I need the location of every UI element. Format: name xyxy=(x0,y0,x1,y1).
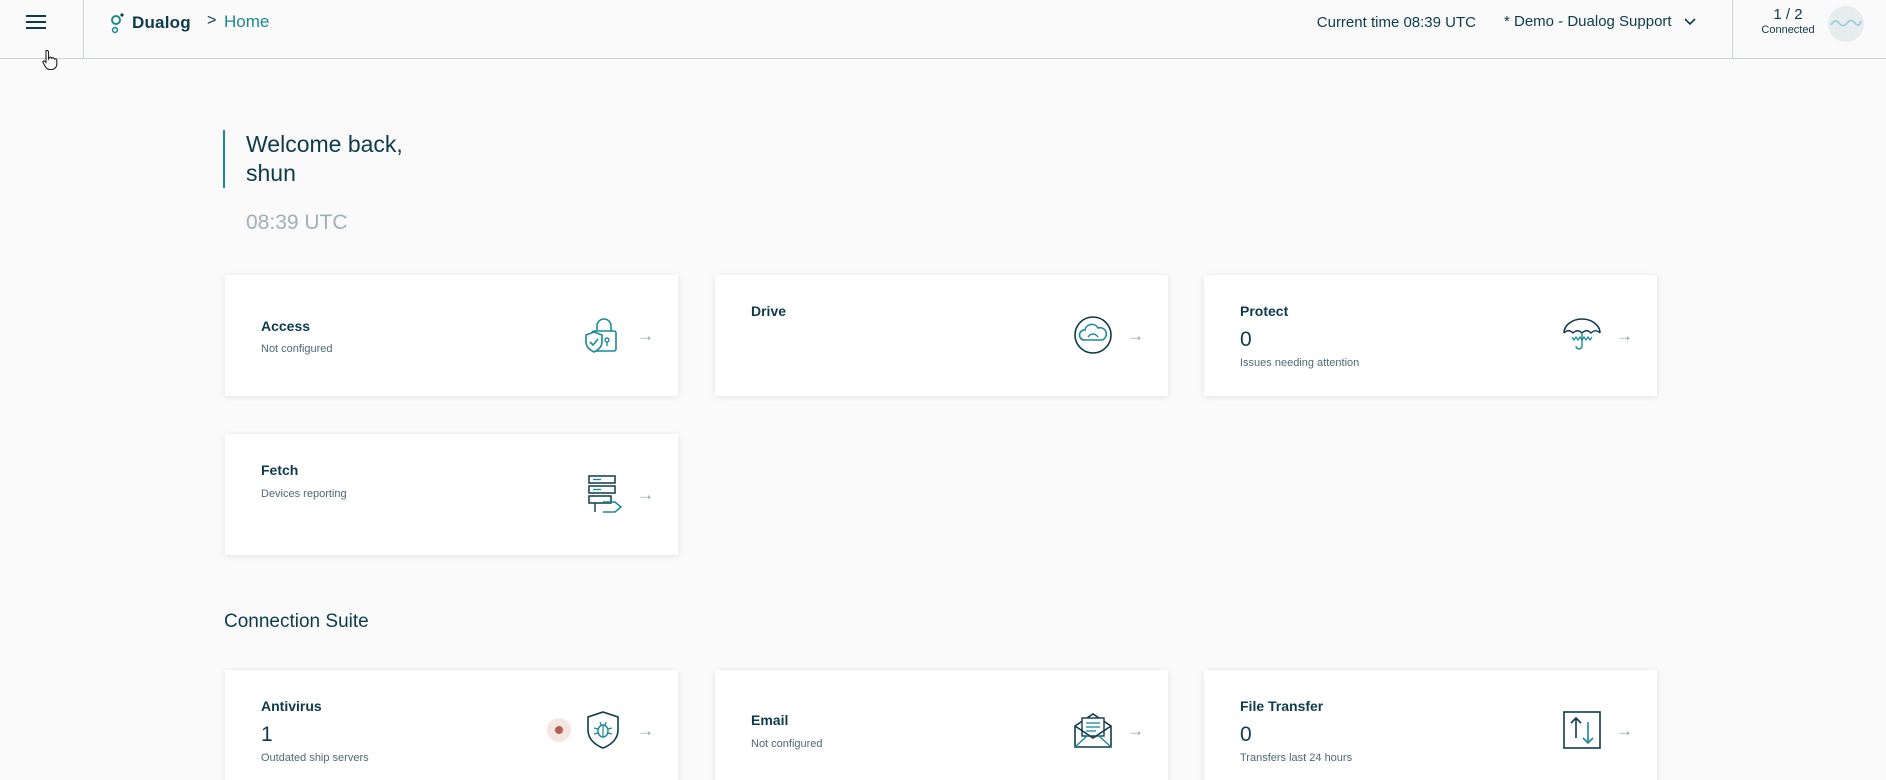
card-count: 0 xyxy=(1240,328,1252,351)
chevron-down-icon xyxy=(1684,17,1696,25)
card-email[interactable]: Email Not configured → xyxy=(715,670,1168,780)
card-title: File Transfer xyxy=(1240,698,1324,714)
envelope-icon xyxy=(1074,713,1112,748)
card-subtitle: Devices reporting xyxy=(261,488,347,500)
card-drive[interactable]: Drive → xyxy=(715,275,1168,396)
card-count: 1 xyxy=(261,723,273,746)
card-title: Fetch xyxy=(261,462,299,478)
section-title-connection-suite: Connection Suite xyxy=(224,611,369,632)
card-subtitle: Not configured xyxy=(751,738,823,750)
cloud-circle-icon xyxy=(1074,316,1112,354)
logo[interactable]: Dualog xyxy=(110,11,191,35)
card-title: Drive xyxy=(751,303,787,319)
breadcrumb-current[interactable]: Home xyxy=(224,12,269,32)
organization-selector[interactable]: * Demo - Dualog Support xyxy=(1504,13,1696,30)
header-divider xyxy=(1732,0,1733,59)
umbrella-icon xyxy=(1563,318,1601,350)
connection-ratio: 1 / 2 xyxy=(1773,6,1803,23)
arrow-right-icon: → xyxy=(637,720,654,740)
dualog-logo-icon xyxy=(111,13,124,34)
up-down-arrows-icon xyxy=(1563,711,1601,749)
card-antivirus[interactable]: Antivirus 1 Outdated ship servers → xyxy=(225,670,678,780)
connection-status[interactable]: 1 / 2 Connected xyxy=(1756,7,1820,37)
arrow-right-icon: → xyxy=(1127,325,1144,345)
current-time: Current time 08:39 UTC xyxy=(1316,14,1476,31)
card-subtitle: Outdated ship servers xyxy=(261,752,369,764)
user-name: shun xyxy=(246,160,296,186)
card-fetch[interactable]: Fetch Devices reporting → xyxy=(225,434,678,555)
card-subtitle: Not configured xyxy=(261,343,333,355)
card-title: Antivirus xyxy=(261,698,322,714)
arrow-right-icon: → xyxy=(1616,720,1633,740)
arrow-right-icon: → xyxy=(637,484,654,504)
card-title: Access xyxy=(261,318,311,334)
arrow-right-icon: → xyxy=(1616,325,1633,345)
lock-shield-icon xyxy=(585,318,617,353)
top-bar: Dualog > Home Current time 08:39 UTC * D… xyxy=(0,0,1886,59)
welcome-heading: Welcome back, shun xyxy=(246,130,403,188)
breadcrumb-separator: > xyxy=(207,12,217,29)
card-count: 0 xyxy=(1240,723,1252,746)
avatar[interactable] xyxy=(1828,6,1864,42)
arrow-right-icon: → xyxy=(637,325,654,345)
brand-name: Dualog xyxy=(132,13,191,32)
bug-shield-icon xyxy=(587,711,619,749)
card-subtitle: Transfers last 24 hours xyxy=(1240,752,1353,764)
local-clock: 08:39 UTC xyxy=(246,211,348,234)
arrow-right-icon: → xyxy=(1127,720,1144,740)
mouse-cursor-icon xyxy=(42,49,58,71)
card-access[interactable]: Access Not configured → xyxy=(225,275,678,396)
card-protect[interactable]: Protect 0 Issues needing attention → xyxy=(1204,275,1657,396)
card-title: Email xyxy=(751,712,789,728)
welcome-accent-bar xyxy=(223,130,225,188)
welcome-line: Welcome back, xyxy=(246,131,403,157)
card-subtitle: Issues needing attention xyxy=(1240,357,1360,369)
server-transfer-icon xyxy=(588,475,623,513)
avatar-wave-icon xyxy=(1830,19,1862,27)
alert-indicator xyxy=(547,718,571,742)
card-title: Protect xyxy=(1240,303,1289,319)
organization-name: * Demo - Dualog Support xyxy=(1504,13,1672,30)
connection-label: Connected xyxy=(1761,24,1815,36)
menu-icon xyxy=(26,15,46,29)
card-file-transfer[interactable]: File Transfer 0 Transfers last 24 hours … xyxy=(1204,670,1657,780)
